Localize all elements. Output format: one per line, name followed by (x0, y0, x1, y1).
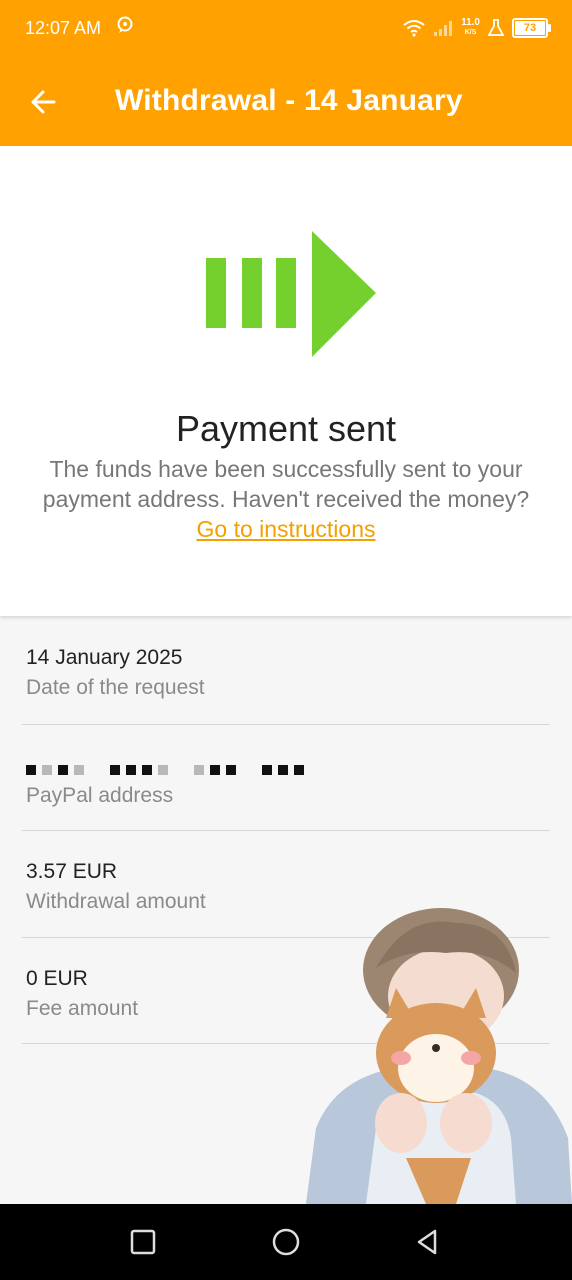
payment-status-description: The funds have been successfully sent to… (30, 454, 542, 544)
withdrawal-amount-value: 3.57 EUR (26, 860, 118, 883)
wifi-icon (403, 20, 425, 37)
payment-sent-arrow-icon (206, 231, 376, 357)
battery-icon: 73 (512, 18, 551, 38)
request-date-label: Date of the request (26, 676, 205, 699)
net-speed-unit: K/S (464, 29, 477, 36)
system-nav-bar (0, 1204, 572, 1280)
status-icons: 11.0 K/S 73 (403, 16, 551, 40)
withdrawal-amount-label: Withdrawal amount (26, 890, 206, 913)
detail-row-paypal: PayPal address (0, 724, 572, 830)
instructions-link[interactable]: Go to instructions (197, 516, 376, 542)
net-speed: 11.0 K/S (461, 18, 480, 38)
description-text: The funds have been successfully sent to… (42, 456, 530, 512)
request-date-value: 14 January 2025 (26, 646, 183, 669)
lab-flask-icon (488, 19, 504, 36)
recent-apps-icon[interactable] (125, 1224, 161, 1260)
status-bar: 12:07 AM 11.0 K/S 73 (0, 0, 572, 58)
app-bar: 12:07 AM 11.0 K/S 73 Withdrawal - 14 Jan… (0, 0, 572, 146)
status-time: 12:07 AM (25, 18, 102, 38)
fee-amount-value: 0 EUR (26, 967, 88, 990)
back-arrow-icon[interactable] (26, 84, 62, 120)
fee-amount-label: Fee amount (26, 997, 139, 1020)
payment-status-card: Payment sent The funds have been success… (0, 146, 572, 616)
home-icon[interactable] (268, 1224, 304, 1260)
chat-bubble-icon (117, 16, 133, 33)
paypal-address-label: PayPal address (26, 784, 174, 807)
page-title: Withdrawal - 14 January (115, 84, 463, 117)
anime-boy-shiba-sticker (306, 908, 572, 1204)
battery-level: 73 (523, 22, 537, 34)
payment-status-title: Payment sent (175, 408, 397, 449)
signal-icon (434, 21, 453, 36)
net-speed-value: 11.0 (461, 17, 480, 28)
back-icon[interactable] (410, 1224, 446, 1260)
detail-row-date: 14 January 2025 Date of the request (0, 616, 572, 722)
